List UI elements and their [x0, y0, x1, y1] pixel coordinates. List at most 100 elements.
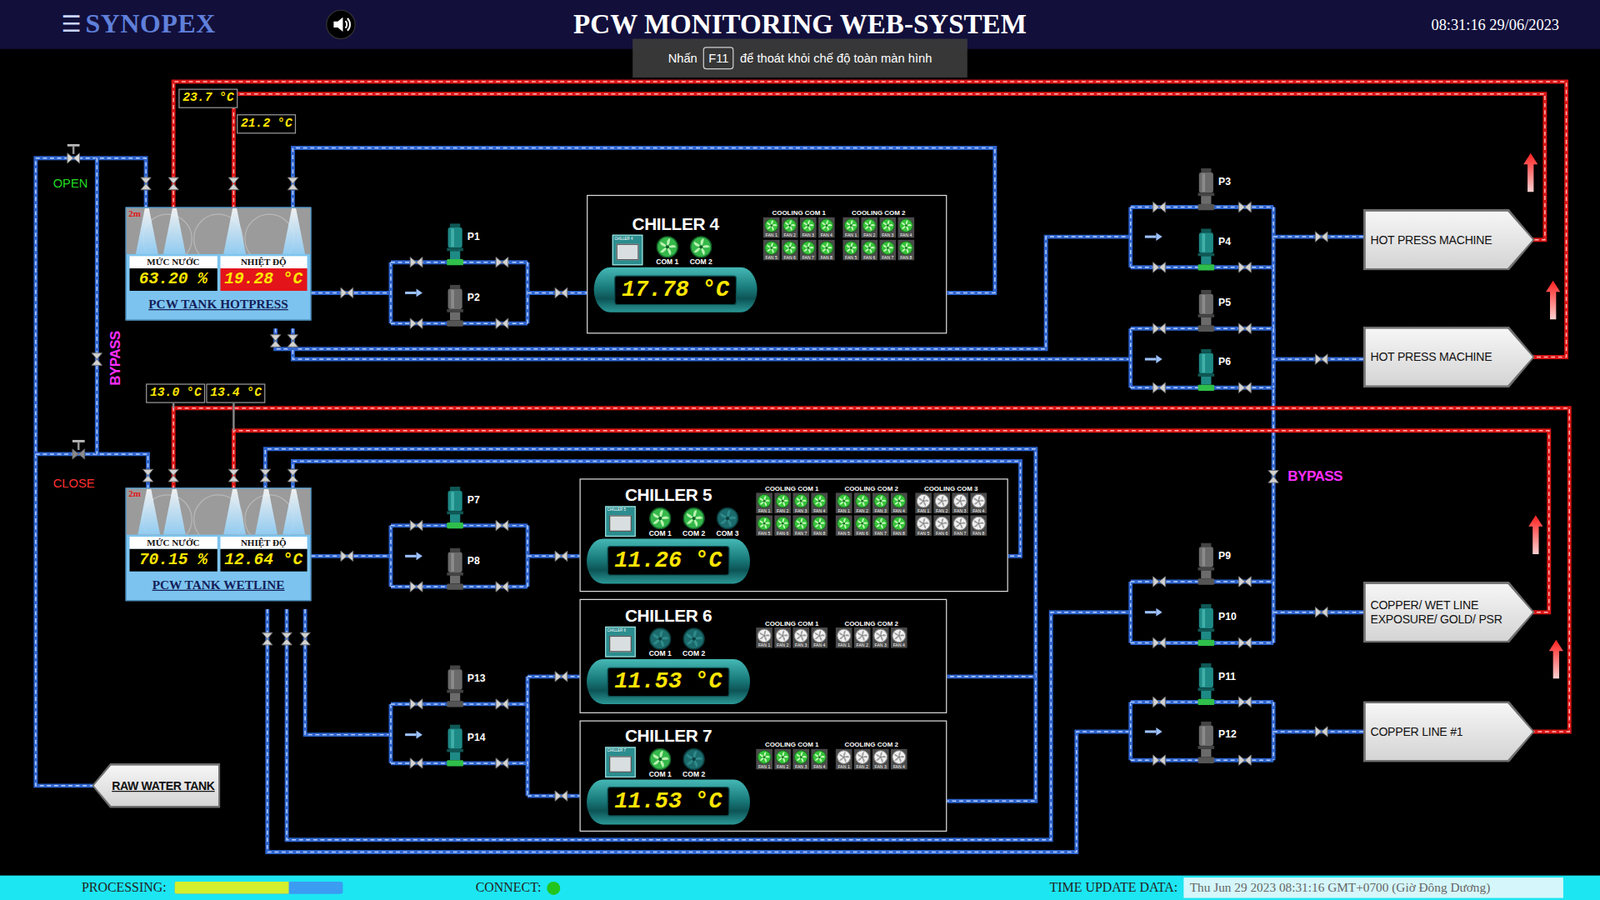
menu-icon[interactable]: ☰: [60, 12, 81, 37]
valve-icon: [1315, 607, 1328, 618]
tank-name[interactable]: PCW TANK HOTPRESS: [126, 290, 310, 320]
flow-line: [173, 408, 1570, 732]
pump[interactable]: [1196, 721, 1215, 767]
cooling-fan: FAN 2: [854, 627, 871, 648]
valve-icon: [1153, 755, 1166, 765]
sound-button[interactable]: [325, 9, 357, 40]
manual-valve-icon[interactable]: [70, 440, 87, 460]
panel-label: CHILLER 6: [605, 627, 635, 634]
fan: [880, 218, 895, 233]
cooling-fan: FAN 2: [774, 749, 791, 770]
fan: [916, 494, 931, 509]
pump[interactable]: [1196, 349, 1215, 395]
fan: [794, 494, 809, 509]
cooling-fan: FAN 3: [872, 492, 890, 513]
cooling-fan: FAN 1: [763, 217, 780, 238]
valve-icon: [410, 520, 423, 530]
fan: [844, 240, 859, 255]
cooling-fan: FAN 7: [880, 240, 897, 260]
chiller-title[interactable]: CHILLER 4: [587, 214, 764, 235]
pump[interactable]: [445, 285, 465, 330]
fan: [935, 516, 950, 531]
cooling-fan: FAN 1: [915, 492, 932, 513]
fan: [775, 516, 790, 531]
pump[interactable]: [1196, 290, 1215, 335]
pump[interactable]: [445, 548, 465, 594]
compressor-fan: [682, 747, 705, 770]
pump-label: P3: [1218, 175, 1231, 187]
cooling-fan: FAN 2: [774, 492, 791, 513]
machine-target[interactable]: HOT PRESS MACHINE: [1363, 209, 1535, 270]
fan-icon: [855, 628, 870, 643]
pump[interactable]: [1196, 168, 1215, 214]
valve-icon: [270, 335, 280, 348]
pump[interactable]: [1196, 663, 1215, 709]
machine-label: COPPER/ WET LINE EXPOSURE/ GOLD/ PSR: [1370, 598, 1508, 627]
fan-label: FAN 5: [758, 530, 770, 536]
cooling-group-label: COOLING COM 1: [765, 483, 820, 493]
fan-label: FAN 7: [802, 255, 815, 260]
chiller-figure: 17.78 °CCHILLER 4COM 1COM 2: [587, 235, 764, 315]
chiller-title[interactable]: CHILLER 7: [580, 725, 757, 746]
flow-up-arrow-icon: [1545, 280, 1560, 320]
pump[interactable]: [1196, 542, 1215, 588]
fan: [764, 240, 779, 255]
pump-icon: [445, 285, 465, 330]
fan-grid: FAN 1FAN 2FAN 3FAN 4: [755, 749, 828, 770]
temperature-readout: NHIỆT ĐỘ19.28 °C: [220, 255, 308, 291]
fan-grid: FAN 1FAN 2FAN 3FAN 4: [835, 749, 908, 770]
compressor: COM 2: [678, 747, 710, 779]
fan-icon: [716, 506, 740, 530]
compressor-fan: [655, 235, 679, 259]
pump-icon: [445, 486, 465, 532]
pump[interactable]: [445, 724, 465, 770]
pump-icon: [1196, 663, 1215, 709]
compressor-fan: [716, 506, 740, 530]
chiller-temperature: 11.53 °C: [607, 786, 730, 817]
fan-label: FAN 7: [881, 255, 894, 260]
fan-label: FAN 8: [972, 530, 985, 536]
machine-target[interactable]: COPPER/ WET LINE EXPOSURE/ GOLD/ PSR: [1363, 581, 1535, 643]
cooling-fan: FAN 6: [781, 240, 799, 260]
tank-name[interactable]: PCW TANK WETLINE: [126, 571, 310, 600]
chiller-title[interactable]: CHILLER 6: [580, 605, 757, 626]
cooling-fan: FAN 5: [835, 515, 853, 535]
fan: [757, 750, 772, 765]
fan-icon: [764, 218, 779, 233]
pump-icon: [1196, 604, 1215, 650]
chiller-vessel: 11.26 °C: [586, 538, 750, 584]
pump-label: P6: [1218, 355, 1231, 367]
pump[interactable]: [445, 223, 465, 269]
flow-arrow-icon: [405, 289, 423, 298]
readout-label: NHIỆT ĐỘ: [220, 255, 308, 269]
cooling-fan: FAN 8: [970, 515, 987, 535]
temperature-sensor: 13.4 °C: [205, 383, 266, 403]
fan-label: FAN 4: [900, 232, 912, 238]
pump[interactable]: [1196, 604, 1215, 650]
machine-target[interactable]: COPPER LINE #1: [1363, 700, 1535, 762]
panel-label: CHILLER 4: [613, 235, 642, 242]
fan-label: FAN 3: [875, 642, 887, 648]
flow-line: [526, 704, 528, 764]
level-readout: MỨC NƯỚC70.15 %: [130, 536, 218, 572]
valve-icon: [140, 177, 151, 190]
cooling-fan: FAN 3: [792, 627, 810, 648]
cooling-fan: FAN 2: [854, 749, 871, 770]
cooling-groups: COOLING COM 1FAN 1FAN 2FAN 3FAN 4FAN 5FA…: [763, 195, 921, 333]
pump[interactable]: [445, 486, 465, 532]
cold-pipe: [267, 609, 1131, 852]
valve-icon: [1239, 323, 1252, 334]
fan-label: FAN 2: [856, 508, 869, 514]
fan: [794, 750, 809, 765]
compressor: COM 1: [645, 747, 676, 779]
cooling-fan: FAN 6: [933, 515, 950, 535]
pump[interactable]: [445, 665, 465, 710]
fan: [873, 516, 888, 531]
chiller-title[interactable]: CHILLER 5: [580, 485, 757, 505]
machine-target[interactable]: HOT PRESS MACHINE: [1363, 326, 1535, 388]
manual-valve-icon[interactable]: [65, 144, 82, 165]
fan-label: FAN 3: [795, 642, 807, 648]
raw-water-tank[interactable]: RAW WATER TANK: [91, 763, 220, 809]
cold-pipe: [1128, 581, 1133, 643]
pump[interactable]: [1196, 228, 1215, 274]
